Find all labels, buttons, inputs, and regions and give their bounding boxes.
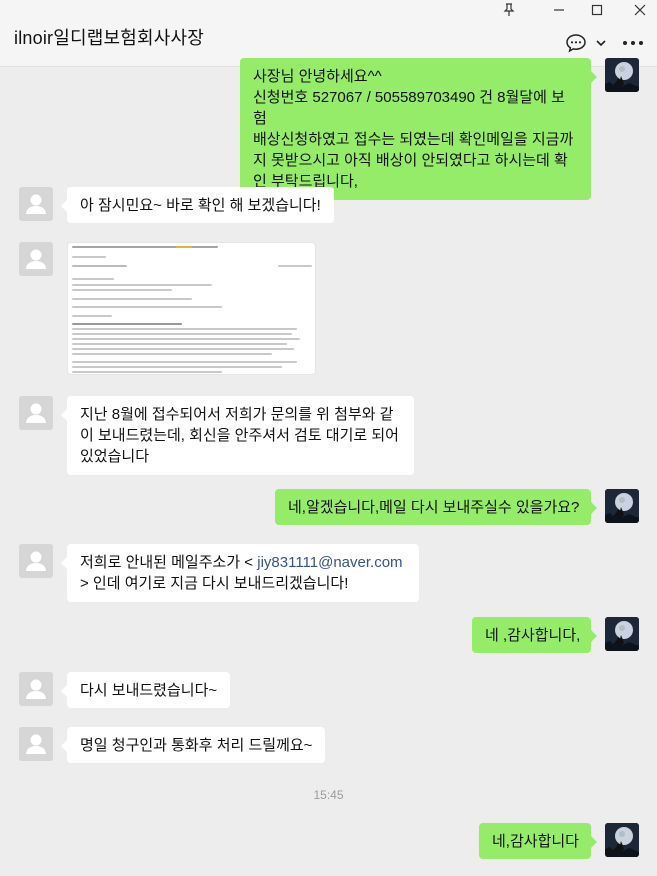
message-bubble-outgoing[interactable]: 네,알겠습니다,메일 다시 보내주실수 있을가요? — [275, 489, 597, 525]
message-text: 네,감사합니다 — [492, 832, 579, 850]
message-line: 저희로 안내된 메일주소가 < jiy831111@naver.com — [80, 552, 406, 573]
message-bubble-incoming[interactable]: 저희로 안내된 메일주소가 < jiy831111@naver.com > 인데… — [61, 544, 419, 602]
message-text: 명일 청구인과 통화후 처리 드릴께요~ — [80, 736, 313, 754]
contact-avatar[interactable] — [19, 727, 53, 761]
message-bubble-incoming[interactable]: 명일 청구인과 통화후 처리 드릴께요~ — [60, 727, 326, 763]
message-bubble-incoming[interactable]: 아 잠시민요~ 바로 확인 해 보겠습니다! — [61, 187, 334, 223]
my-avatar[interactable] — [605, 823, 639, 857]
message-line: 배상신청하였고 접수는 되였는데 확인메일을 지금까 — [253, 131, 574, 148]
title-bar: ilnoir일디랩보험회사사장 — [0, 0, 657, 67]
maximize-icon[interactable] — [582, 2, 612, 22]
contact-avatar[interactable] — [19, 187, 53, 221]
message-line: 있었습니다 — [80, 448, 150, 465]
message-line: 이 보내드렸는데, 회신을 안주셔서 검토 대기로 되어 — [80, 427, 399, 444]
message-bubble-incoming[interactable]: 다시 보내드렸습니다~ — [60, 672, 231, 708]
close-icon[interactable] — [625, 2, 655, 22]
pin-icon[interactable] — [494, 2, 524, 22]
message-bubble-outgoing[interactable]: 네,감사합니다 — [479, 823, 597, 859]
chat-bubble-icon[interactable] — [565, 33, 587, 53]
contact-avatar[interactable] — [19, 672, 53, 706]
contact-avatar[interactable] — [19, 544, 53, 578]
message-line: 지난 8월에 접수되어서 저희가 문의를 위 첨부와 같 — [80, 406, 394, 423]
message-bubble-incoming[interactable]: 지난 8월에 접수되어서 저희가 문의를 위 첨부와 같 이 보내드렸는데, 회… — [61, 396, 414, 475]
chat-title: ilnoir일디랩보험회사사장 — [14, 28, 205, 48]
contact-avatar[interactable] — [19, 396, 53, 430]
my-avatar[interactable] — [605, 58, 639, 92]
message-text: 저희로 안내된 메일주소가 < — [80, 554, 258, 571]
message-bubble-outgoing[interactable]: 사장님 안녕하세요^^ 신청번호 527067 / 505589703490 건… — [240, 58, 597, 200]
message-text: 아 잠시민요~ 바로 확인 해 보겠습니다! — [80, 196, 321, 214]
message-line: 지 못받으시고 아직 배상이 안되였다고 하시는데 확 — [253, 152, 568, 169]
message-bubble-outgoing[interactable]: 네 ,감사합니다, — [472, 617, 597, 653]
contact-avatar[interactable] — [19, 242, 53, 276]
my-avatar[interactable] — [605, 489, 639, 523]
email-link[interactable]: jiy831111@naver.com — [257, 554, 402, 571]
my-avatar[interactable] — [605, 617, 639, 651]
chevron-down-icon[interactable] — [594, 36, 608, 48]
minimize-icon[interactable] — [544, 2, 574, 22]
more-icon[interactable] — [622, 36, 644, 48]
message-timestamp: 15:45 — [313, 788, 344, 802]
image-message[interactable] — [67, 242, 316, 375]
message-text: 네 ,감사합니다, — [485, 626, 581, 644]
message-text: 네,알겠습니다,메일 다시 보내주실수 있을가요? — [288, 498, 580, 516]
message-line: 사장님 안녕하세요^^ — [253, 68, 382, 85]
message-line: > 인데 여기로 지금 다시 보내드리겠습니다! — [80, 575, 349, 592]
message-text: 다시 보내드렸습니다~ — [80, 681, 218, 699]
message-line: 신청번호 527067 / 505589703490 건 8월달에 보험 — [253, 89, 565, 127]
